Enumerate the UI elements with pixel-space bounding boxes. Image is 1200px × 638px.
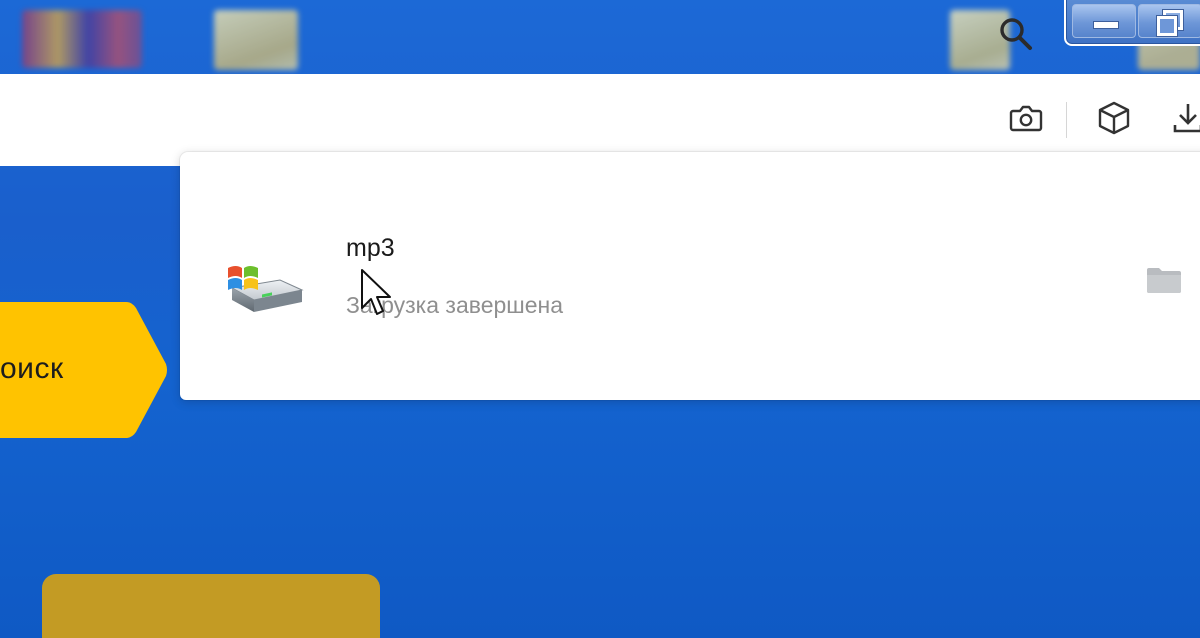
toolbar-divider: [1066, 102, 1067, 138]
folder-icon[interactable]: [214, 10, 298, 70]
window-controls: [1064, 0, 1200, 46]
file-name[interactable]: mp3: [346, 234, 395, 263]
downloads-panel: mp3 Загрузка завершена: [180, 152, 1200, 400]
cube-icon[interactable]: [1094, 98, 1134, 138]
restore-icon: [1156, 15, 1178, 37]
desktop-background: оиск mp3 Загрузка завершена: [0, 0, 1200, 638]
minimize-button[interactable]: [1072, 4, 1136, 38]
download-status: Загрузка завершена: [346, 292, 564, 318]
minimize-icon: [1093, 21, 1119, 29]
search-tag[interactable]: оиск: [0, 302, 168, 438]
search-tag-label: оиск: [0, 352, 64, 385]
archive-file-icon[interactable]: [22, 10, 142, 68]
folder-icon[interactable]: [1144, 260, 1184, 300]
camera-icon[interactable]: [1006, 98, 1046, 138]
restore-button[interactable]: [1138, 4, 1200, 38]
download-icon[interactable]: [1168, 98, 1200, 138]
drive-icon: [222, 258, 306, 318]
download-item[interactable]: mp3 Загрузка завершена: [180, 152, 1200, 400]
promo-card[interactable]: [42, 574, 380, 638]
search-icon[interactable]: [996, 14, 1036, 54]
